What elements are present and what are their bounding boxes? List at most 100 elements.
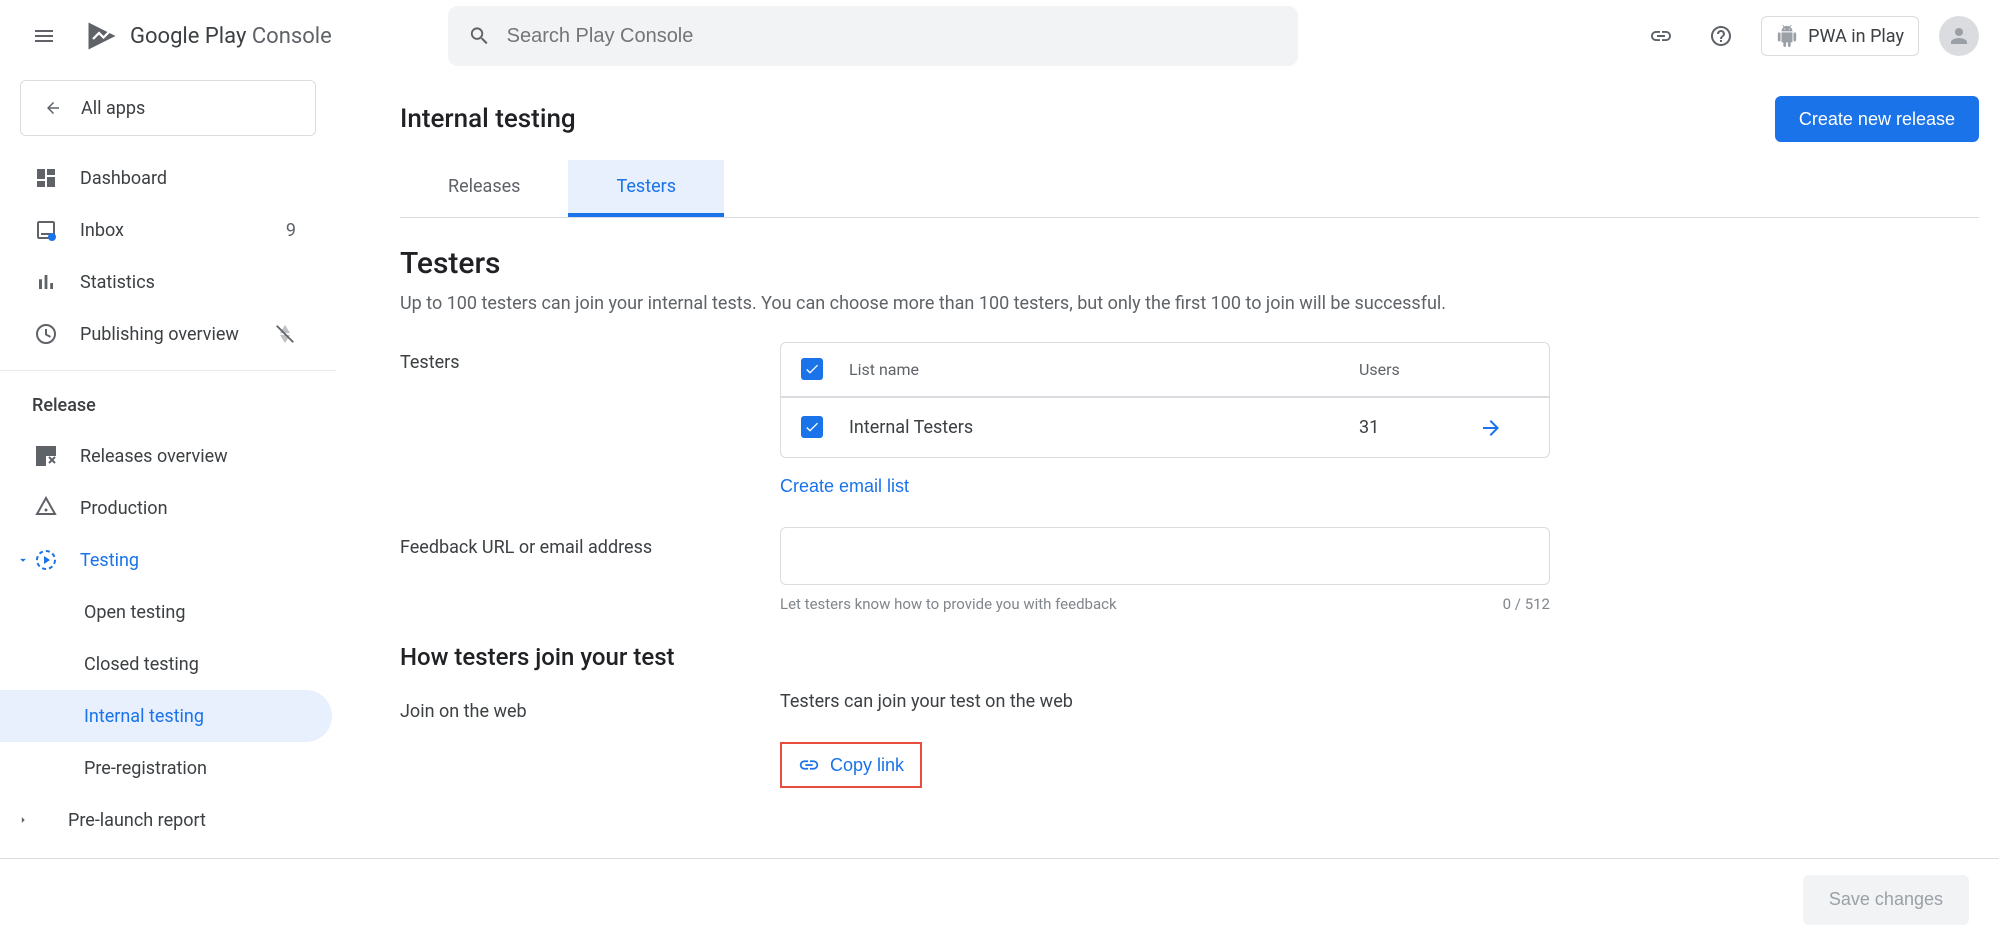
sidebar-item-label: Pre-registration: [84, 758, 207, 779]
row-list-name: Internal Testers: [849, 417, 1359, 438]
android-icon: [1776, 25, 1798, 47]
sidebar-item-label: Production: [80, 498, 168, 519]
sidebar-item-label: Testing: [80, 550, 139, 571]
person-icon: [1947, 24, 1971, 48]
app-chip-label: PWA in Play: [1808, 26, 1904, 47]
footer-bar: Save changes: [0, 858, 1999, 940]
col-users: Users: [1359, 360, 1479, 379]
sidebar-item-internal-testing[interactable]: Internal testing: [0, 690, 332, 742]
caret-down-icon: [14, 551, 32, 569]
sidebar-item-label: Open testing: [84, 602, 185, 623]
feedback-input[interactable]: [780, 527, 1550, 585]
inbox-icon: [34, 218, 58, 242]
testing-icon: [34, 548, 58, 572]
play-console-icon: [84, 18, 120, 54]
caret-right-icon: [14, 811, 32, 829]
check-icon: [804, 361, 820, 377]
link-icon: [1649, 24, 1673, 48]
help-button[interactable]: [1701, 16, 1741, 56]
testers-table: List name Users Internal Testers 31: [780, 342, 1550, 458]
join-web-desc: Testers can join your test on the web: [780, 691, 1550, 712]
hamburger-menu-button[interactable]: [20, 12, 68, 60]
search-bar[interactable]: [448, 6, 1298, 66]
sidebar-divider: [0, 370, 336, 371]
feedback-char-counter: 0 / 512: [1503, 595, 1550, 613]
sidebar-item-testing[interactable]: Testing: [0, 534, 336, 586]
join-web-label: Join on the web: [400, 691, 780, 722]
sidebar-item-pre-launch-report[interactable]: Pre-launch report: [0, 794, 336, 846]
sidebar-item-releases-overview[interactable]: Releases overview: [0, 430, 336, 482]
feedback-label: Feedback URL or email address: [400, 527, 780, 558]
feedback-row: Feedback URL or email address Let tester…: [400, 527, 1979, 613]
feedback-hint-row: Let testers know how to provide you with…: [780, 595, 1550, 613]
create-email-list-link[interactable]: Create email list: [780, 476, 909, 497]
sidebar-item-label: Pre-launch report: [68, 810, 206, 831]
sidebar-item-label: Internal testing: [84, 706, 204, 727]
row-open-button[interactable]: [1479, 416, 1529, 440]
select-all-checkbox[interactable]: [801, 358, 823, 380]
publishing-icon: [34, 322, 58, 346]
search-icon: [468, 24, 491, 48]
testers-row-label: Testers: [400, 342, 780, 373]
join-test-heading: How testers join your test: [400, 643, 1979, 671]
sidebar-item-label: Inbox: [80, 220, 124, 241]
search-input[interactable]: [507, 25, 1278, 48]
join-web-row: Join on the web Testers can join your te…: [400, 691, 1979, 788]
tab-bar: Releases Testers: [400, 160, 1979, 218]
arrow-right-icon: [1479, 416, 1503, 440]
testers-section: Testers Up to 100 testers can join your …: [400, 218, 1979, 816]
sidebar-item-publishing-overview[interactable]: Publishing overview: [0, 308, 336, 360]
user-avatar[interactable]: [1939, 16, 1979, 56]
sidebar-item-open-testing[interactable]: Open testing: [0, 586, 336, 638]
app-selector-chip[interactable]: PWA in Play: [1761, 16, 1919, 56]
production-icon: [34, 496, 58, 520]
sidebar-item-production[interactable]: Production: [0, 482, 336, 534]
main-content: Internal testing Create new release Rele…: [400, 80, 1979, 816]
inbox-badge: 9: [286, 220, 296, 241]
save-changes-button[interactable]: Save changes: [1803, 875, 1969, 925]
page-header: Internal testing Create new release: [400, 80, 1979, 160]
tab-releases[interactable]: Releases: [400, 160, 568, 217]
copy-link-button[interactable]: Copy link: [780, 742, 922, 788]
sidebar-item-closed-testing[interactable]: Closed testing: [0, 638, 336, 690]
page-title: Internal testing: [400, 104, 576, 134]
sidebar-item-label: Dashboard: [80, 168, 167, 189]
link-icon: [798, 754, 820, 776]
testers-list-row: Testers List name Users: [400, 342, 1979, 497]
sidebar-item-label: Statistics: [80, 272, 155, 293]
sidebar-item-statistics[interactable]: Statistics: [0, 256, 336, 308]
table-header: List name Users: [781, 343, 1549, 397]
sidebar-item-dashboard[interactable]: Dashboard: [0, 152, 336, 204]
sidebar-item-inbox[interactable]: Inbox 9: [0, 204, 336, 256]
logo-text: Google Play Console: [130, 24, 332, 49]
table-row: Internal Testers 31: [781, 397, 1549, 457]
dashboard-icon: [34, 166, 58, 190]
testers-description: Up to 100 testers can join your internal…: [400, 293, 1979, 314]
sidebar-item-label: Closed testing: [84, 654, 199, 675]
link-button[interactable]: [1641, 16, 1681, 56]
google-play-console-logo[interactable]: Google Play Console: [84, 18, 332, 54]
join-web-control: Testers can join your test on the web Co…: [780, 691, 1550, 788]
all-apps-button[interactable]: All apps: [20, 80, 316, 136]
hamburger-icon: [32, 24, 56, 48]
row-checkbox[interactable]: [801, 416, 823, 438]
feedback-control: Let testers know how to provide you with…: [780, 527, 1550, 613]
top-header: Google Play Console PWA in Play: [0, 0, 1999, 72]
create-new-release-button[interactable]: Create new release: [1775, 96, 1979, 142]
check-icon: [804, 419, 820, 435]
sidebar-item-label: Releases overview: [80, 446, 228, 467]
col-list-name: List name: [849, 360, 1359, 379]
row-users: 31: [1359, 417, 1479, 438]
feedback-hint: Let testers know how to provide you with…: [780, 595, 1117, 613]
sidebar-item-label: Publishing overview: [80, 324, 239, 345]
publishing-status-icon: [274, 323, 296, 345]
sidebar-section-release: Release: [0, 381, 336, 430]
testers-heading: Testers: [400, 246, 1979, 281]
sidebar-item-pre-registration[interactable]: Pre-registration: [0, 742, 336, 794]
testers-table-container: List name Users Internal Testers 31: [780, 342, 1550, 497]
all-apps-label: All apps: [81, 98, 145, 119]
copy-link-label: Copy link: [830, 755, 904, 776]
tab-testers[interactable]: Testers: [568, 160, 724, 217]
sidebar: All apps Dashboard Inbox 9 Statistics Pu…: [0, 72, 336, 854]
header-actions: PWA in Play: [1641, 16, 1979, 56]
